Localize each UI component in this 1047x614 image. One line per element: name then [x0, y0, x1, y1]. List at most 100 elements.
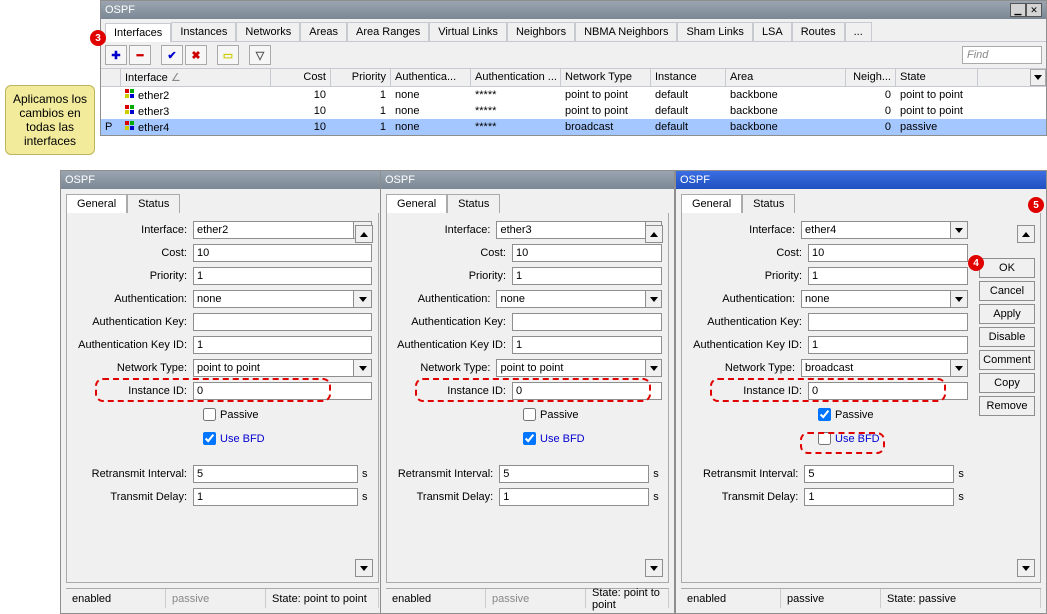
find-input[interactable]	[962, 46, 1042, 64]
column-header[interactable]: Area	[726, 69, 846, 86]
authkeyid-input[interactable]	[808, 336, 968, 354]
tab-routes[interactable]: Routes	[792, 22, 845, 41]
dropdown-icon[interactable]	[951, 290, 968, 308]
add-button[interactable]: ✚	[105, 45, 127, 65]
column-header[interactable]: Cost	[271, 69, 331, 86]
dropdown-icon[interactable]	[354, 359, 372, 377]
passive-checkbox[interactable]	[203, 408, 216, 421]
column-header[interactable]: Network Type	[561, 69, 651, 86]
priority-input[interactable]	[193, 267, 372, 285]
column-header[interactable]: State	[896, 69, 978, 86]
column-header[interactable]	[101, 69, 121, 86]
table-row[interactable]: P ether4101none*****broadcastdefaultback…	[101, 119, 1046, 135]
window-title: OSPF	[105, 4, 135, 16]
authkey-input[interactable]	[193, 313, 372, 331]
usebfd-checkbox[interactable]	[203, 432, 216, 445]
dropdown-icon[interactable]	[951, 221, 968, 239]
retrans-input[interactable]	[193, 465, 358, 483]
priority-input[interactable]	[808, 267, 968, 285]
instid-input[interactable]	[193, 382, 372, 400]
tab-general[interactable]: General	[66, 194, 127, 213]
tab-virtuallinks[interactable]: Virtual Links	[429, 22, 507, 41]
tdelay-input[interactable]	[804, 488, 954, 506]
auth-input[interactable]	[801, 290, 951, 308]
tab-interfaces[interactable]: Interfaces	[105, 23, 171, 42]
passive-checkbox[interactable]	[818, 408, 831, 421]
scroll-up-icon[interactable]	[645, 225, 663, 243]
dropdown-icon[interactable]	[646, 359, 662, 377]
tab-[interactable]: ...	[845, 22, 872, 41]
authkey-input[interactable]	[512, 313, 662, 331]
scroll-down-icon[interactable]	[1017, 559, 1035, 577]
usebfd-checkbox[interactable]	[523, 432, 536, 445]
scroll-up-icon[interactable]	[1017, 225, 1035, 243]
scroll-down-icon[interactable]	[645, 559, 663, 577]
nettype-input[interactable]	[193, 359, 354, 377]
disable-button[interactable]: ✖	[185, 45, 207, 65]
column-header[interactable]: Authentication ...	[471, 69, 561, 86]
column-menu-icon[interactable]	[1030, 69, 1046, 86]
comment-button[interactable]: Comment	[979, 350, 1035, 370]
tab-status[interactable]: Status	[447, 194, 500, 213]
column-header[interactable]: Authentica...	[391, 69, 471, 86]
interface-input[interactable]	[801, 221, 951, 239]
table-row[interactable]: ether2101none*****point to pointdefaultb…	[101, 87, 1046, 103]
tab-instances[interactable]: Instances	[171, 22, 236, 41]
remove-button[interactable]: Remove	[979, 396, 1035, 416]
cost-input[interactable]	[193, 244, 372, 262]
auth-input[interactable]	[496, 290, 646, 308]
interface-input[interactable]	[193, 221, 354, 239]
tab-arearanges[interactable]: Area Ranges	[347, 22, 429, 41]
cost-input[interactable]	[512, 244, 662, 262]
ether2-window: OSPF General Status Interface: Cost: Pri…	[60, 170, 385, 614]
column-header[interactable]: Interface ∠	[121, 69, 271, 86]
tab-status[interactable]: Status	[742, 194, 795, 213]
tab-shamlinks[interactable]: Sham Links	[677, 22, 752, 41]
enable-button[interactable]: ✔	[161, 45, 183, 65]
tab-general[interactable]: General	[386, 194, 447, 213]
instid-input[interactable]	[512, 382, 662, 400]
column-header[interactable]: Instance	[651, 69, 726, 86]
disable-button[interactable]: Disable	[979, 327, 1035, 347]
tab-neighbors[interactable]: Neighbors	[507, 22, 575, 41]
authkeyid-input[interactable]	[512, 336, 662, 354]
copy-button[interactable]: Copy	[979, 373, 1035, 393]
tdelay-input[interactable]	[499, 488, 649, 506]
passive-checkbox[interactable]	[523, 408, 536, 421]
authkey-input[interactable]	[808, 313, 968, 331]
authkeyid-input[interactable]	[193, 336, 372, 354]
retrans-input[interactable]	[804, 465, 954, 483]
instid-input[interactable]	[808, 382, 968, 400]
auth-input[interactable]	[193, 290, 354, 308]
dropdown-icon[interactable]	[951, 359, 968, 377]
minimize-icon[interactable]: ▁	[1010, 3, 1026, 17]
ok-button[interactable]: OK	[979, 258, 1035, 278]
scroll-up-icon[interactable]	[355, 225, 373, 243]
tab-networks[interactable]: Networks	[236, 22, 300, 41]
close-icon[interactable]: ✕	[1026, 3, 1042, 17]
comment-button[interactable]: ▭	[217, 45, 239, 65]
nettype-input[interactable]	[801, 359, 951, 377]
tdelay-input[interactable]	[193, 488, 358, 506]
tab-status[interactable]: Status	[127, 194, 180, 213]
tab-areas[interactable]: Areas	[300, 22, 347, 41]
dropdown-icon[interactable]	[646, 290, 662, 308]
scroll-down-icon[interactable]	[355, 559, 373, 577]
cost-input[interactable]	[808, 244, 968, 262]
dropdown-icon[interactable]	[354, 290, 372, 308]
priority-input[interactable]	[512, 267, 662, 285]
tab-lsa[interactable]: LSA	[753, 22, 792, 41]
tab-general[interactable]: General	[681, 194, 742, 213]
interface-input[interactable]	[496, 221, 646, 239]
nettype-input[interactable]	[496, 359, 646, 377]
cancel-button[interactable]: Cancel	[979, 281, 1035, 301]
table-row[interactable]: ether3101none*****point to pointdefaultb…	[101, 103, 1046, 119]
column-header[interactable]: Priority	[331, 69, 391, 86]
apply-button[interactable]: Apply	[979, 304, 1035, 324]
column-header[interactable]: Neigh...	[846, 69, 896, 86]
retrans-input[interactable]	[499, 465, 649, 483]
filter-button[interactable]: ▽	[249, 45, 271, 65]
usebfd-checkbox[interactable]	[818, 432, 831, 445]
remove-button[interactable]: ━	[129, 45, 151, 65]
tab-nbmaneighbors[interactable]: NBMA Neighbors	[575, 22, 677, 41]
